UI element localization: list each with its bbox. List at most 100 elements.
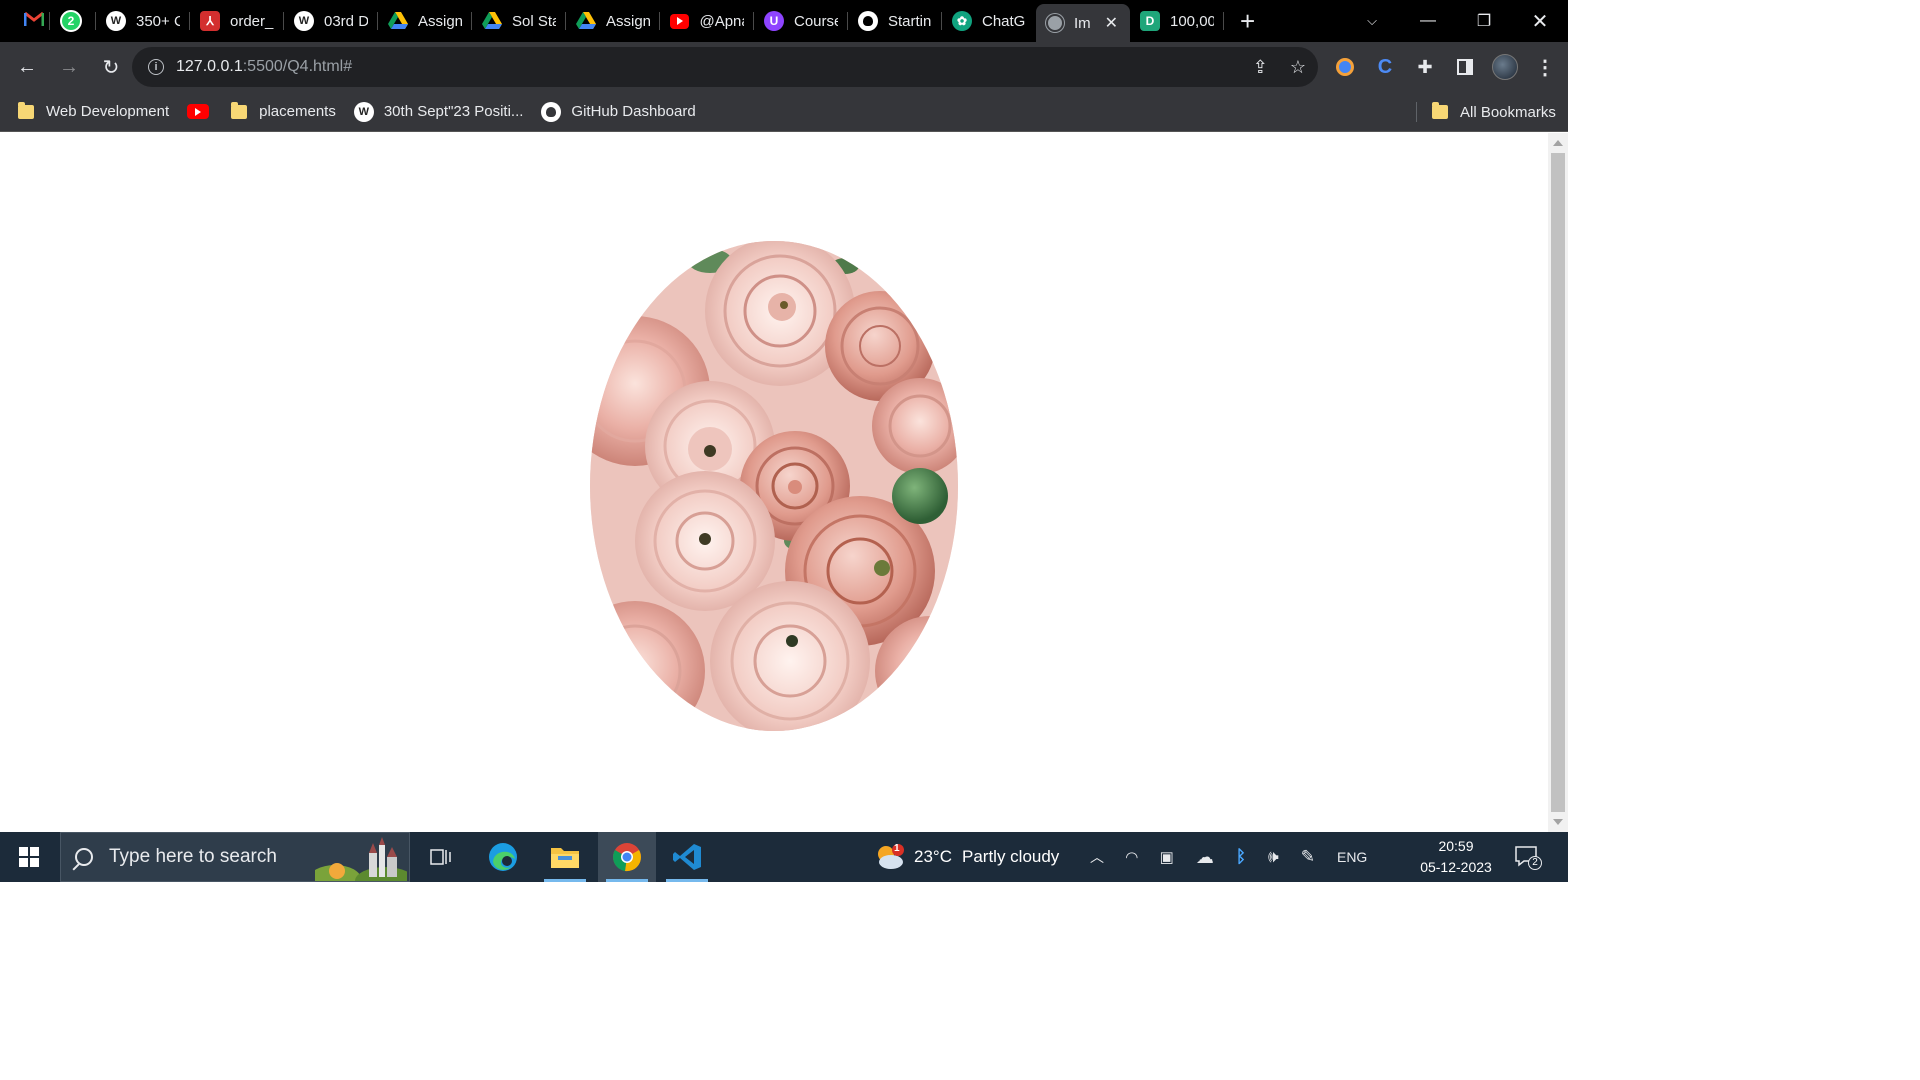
tab-wordpress-1[interactable]: W 350+ C [96, 0, 190, 42]
system-tray: ︿ ◜◝ ▣ ☁ ᛒ 🕪 ✎ ENG [1090, 832, 1367, 882]
tab-active-image[interactable]: Im ✕ [1036, 4, 1130, 42]
close-tab-icon[interactable]: ✕ [1105, 13, 1118, 33]
language-indicator[interactable]: ENG [1337, 849, 1367, 865]
drive-icon [576, 12, 596, 30]
address-bar[interactable]: i 127.0.0.1:5500/Q4.html# ⇪ ☆ [132, 47, 1318, 87]
tab-pdf[interactable]: ⅄ order_l [190, 0, 284, 42]
globe-icon [1046, 14, 1064, 32]
bookmark-youtube[interactable] [187, 104, 210, 119]
tab-drive-1[interactable]: Assign [378, 0, 472, 42]
volume-icon[interactable]: 🕪 [1268, 847, 1279, 867]
bookmark-github-dashboard[interactable]: GitHub Dashboard [541, 101, 696, 122]
course-icon: U [764, 11, 784, 31]
all-bookmarks-button[interactable]: All Bookmarks [1432, 92, 1556, 132]
close-window-icon[interactable]: ✕ [1512, 9, 1568, 34]
site-info-icon[interactable]: i [148, 59, 164, 75]
bookmarks-bar: Web Development placements W 30th Sept"2… [0, 92, 1568, 132]
chatgpt-icon: ✿ [952, 11, 972, 31]
tab-github[interactable]: Startin [848, 0, 942, 42]
youtube-icon [670, 13, 690, 29]
tab-whatsapp[interactable]: 2 [50, 0, 96, 42]
new-tab-button[interactable]: + [1240, 8, 1255, 34]
drive-icon [388, 12, 408, 30]
wordpress-icon: W [106, 11, 126, 31]
chrome-browser-icon[interactable] [598, 832, 656, 882]
weather-widget[interactable]: 1 23°C Partly cloudy [874, 832, 1059, 882]
wordpress-icon: W [294, 11, 314, 31]
weather-temp: 23°C [914, 847, 952, 866]
tab-drive-2[interactable]: Sol Sta [472, 0, 566, 42]
url-path: :5500/Q4.html# [242, 58, 353, 75]
show-hidden-icons-chevron-icon[interactable]: ︿ [1090, 847, 1104, 867]
vertical-scrollbar[interactable] [1548, 133, 1568, 832]
tab-youtube[interactable]: @Apna [660, 0, 754, 42]
tab-search-icon[interactable]: ⌵ [1344, 13, 1400, 29]
menu-kebab-icon[interactable]: ⋮ [1532, 54, 1558, 80]
bookmark-star-icon[interactable]: ☆ [1290, 57, 1306, 78]
pdf-icon: ⅄ [200, 11, 220, 31]
notification-count-badge: 2 [1528, 856, 1542, 870]
extension-icon[interactable] [1332, 54, 1358, 80]
extensions-area: C ✚ ⋮ [1332, 42, 1558, 92]
search-placeholder: Type here to search [109, 846, 277, 867]
profile-avatar[interactable] [1492, 54, 1518, 80]
side-panel-icon[interactable] [1452, 54, 1478, 80]
tab-course[interactable]: U Course [754, 0, 848, 42]
tab-gmail[interactable] [0, 0, 50, 42]
meet-now-icon[interactable]: ▣ [1160, 848, 1174, 866]
bookmark-placements[interactable]: placements [231, 101, 336, 120]
url-host: 127.0.0.1 [176, 58, 243, 75]
puzzle-extensions-icon[interactable]: ✚ [1412, 54, 1438, 80]
scrollbar-thumb[interactable] [1551, 153, 1565, 812]
vscode-icon[interactable] [658, 832, 716, 882]
github-icon [858, 11, 878, 31]
windows-logo-icon [19, 847, 39, 867]
network-icon[interactable]: ◜◝ [1126, 848, 1138, 866]
wordpress-icon: W [353, 101, 374, 122]
minimize-icon[interactable]: — [1400, 12, 1456, 30]
folder-icon [1432, 102, 1448, 119]
clock-date: 05-12-2023 [1420, 859, 1492, 875]
partly-cloudy-icon: 1 [874, 843, 904, 870]
back-icon[interactable]: ← [8, 56, 46, 79]
reload-icon[interactable]: ↻ [92, 55, 130, 80]
doc-icon: D [1140, 11, 1160, 31]
edge-browser-icon[interactable] [474, 832, 532, 882]
pen-icon[interactable]: ✎ [1301, 847, 1315, 867]
folder-icon [231, 101, 248, 119]
start-button[interactable] [0, 832, 58, 882]
tab-wordpress-2[interactable]: W 03rd D [284, 0, 378, 42]
tab-doc[interactable]: D 100,00 [1130, 0, 1224, 42]
taskbar-search-box[interactable]: Type here to search [60, 832, 415, 895]
onedrive-cloud-icon[interactable]: ☁ [1196, 847, 1214, 868]
clock-time: 20:59 [1438, 838, 1474, 854]
page-viewport [0, 133, 1548, 832]
task-view-icon[interactable] [412, 832, 470, 882]
tab-strip: 2 W 350+ C ⅄ order_l W 03rd D Assign Sol… [0, 0, 1568, 42]
file-explorer-icon[interactable] [536, 832, 594, 882]
search-icon [75, 848, 93, 866]
tab-drive-3[interactable]: Assign [566, 0, 660, 42]
scroll-down-icon[interactable] [1553, 819, 1563, 825]
ranunculus-bouquet-image [590, 241, 958, 731]
bluetooth-icon[interactable]: ᛒ [1236, 847, 1246, 867]
weather-condition: Partly cloudy [961, 847, 1060, 866]
bookmark-positions[interactable]: W 30th Sept"23 Positi... [353, 101, 523, 122]
forward-icon[interactable]: → [50, 56, 88, 79]
whatsapp-icon: 2 [60, 10, 82, 32]
window-controls: ⌵ — ❐ ✕ [1344, 0, 1568, 42]
scroll-up-icon[interactable] [1553, 140, 1563, 146]
windows-taskbar: Type here to search 1 23°C Partly cloudy… [0, 832, 1568, 895]
share-icon[interactable]: ⇪ [1253, 57, 1268, 78]
system-clock[interactable]: 20:59 05-12-2023 [1412, 836, 1500, 878]
folder-icon [18, 101, 34, 119]
restore-icon[interactable]: ❐ [1456, 11, 1512, 31]
youtube-icon [187, 104, 210, 119]
c-extension-icon[interactable]: C [1372, 54, 1398, 80]
weather-alert-badge: 1 [894, 843, 900, 854]
gmail-icon [23, 11, 45, 31]
tab-chatgpt[interactable]: ✿ ChatGP [942, 0, 1036, 42]
browser-toolbar: ← → ↻ i 127.0.0.1:5500/Q4.html# ⇪ ☆ C ✚ … [0, 42, 1568, 92]
notification-center-icon[interactable]: 2 [1514, 844, 1542, 870]
bookmark-web-development[interactable]: Web Development [18, 101, 169, 120]
